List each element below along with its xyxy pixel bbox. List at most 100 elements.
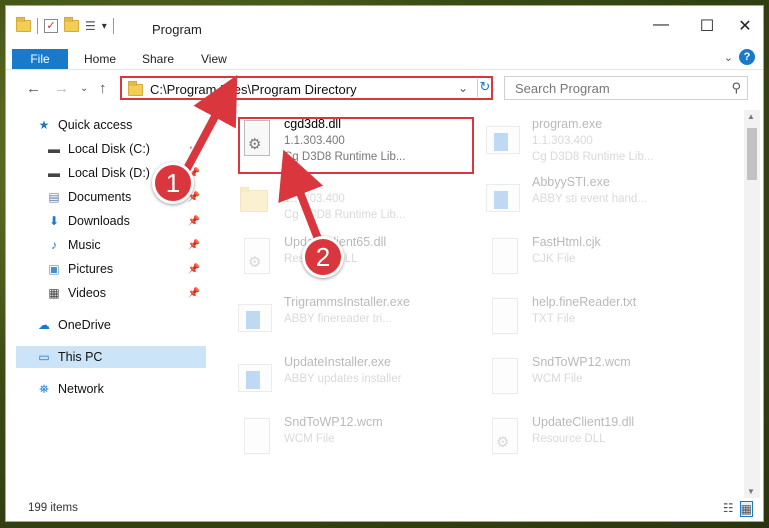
exe-icon	[486, 184, 520, 212]
file-tile[interactable]: UpdateInstaller.exe ABBY updates install…	[234, 352, 472, 408]
file-name: UpdateInstaller.exe	[284, 355, 392, 369]
sidebar-item-label: Music	[68, 238, 101, 252]
minimize-button[interactable]: —	[646, 16, 676, 34]
scroll-up-icon[interactable]: ▲	[747, 112, 755, 121]
cloud-icon: ☁	[38, 318, 50, 332]
maximize-button[interactable]: ☐	[692, 16, 722, 36]
sidebar-item-label: Local Disk (D:)	[68, 166, 150, 180]
scroll-down-icon[interactable]: ▼	[747, 487, 755, 496]
status-bar: 199 items ☷ ▦	[6, 499, 763, 521]
file-name: SndToWP12.wcm	[284, 415, 383, 429]
file-tile[interactable]: program.exe 1.1.303.400 Cg D3D8 Runtime …	[482, 114, 720, 170]
details-view-icon[interactable]: ☷	[723, 501, 734, 517]
back-icon[interactable]: ←	[26, 80, 41, 97]
tab-share[interactable]: Share	[142, 52, 174, 66]
sidebar-item-videos[interactable]: ▦ Videos 📌	[46, 282, 206, 304]
up-icon[interactable]: ↑	[99, 80, 107, 97]
folder-icon	[128, 81, 143, 96]
dll-icon: ⚙	[244, 238, 270, 274]
pin-icon: 📌	[187, 239, 200, 251]
file-description: Cg D3D8 Runtime Lib...	[532, 151, 654, 163]
tab-file[interactable]: File	[12, 49, 68, 69]
chevron-down-icon[interactable]: ▾	[102, 21, 107, 32]
sidebar-item-downloads[interactable]: ⬇ Downloads 📌	[46, 210, 206, 232]
sidebar-item-music[interactable]: ♪ Music 📌	[46, 234, 206, 256]
forward-icon[interactable]: →	[54, 80, 69, 97]
tab-view[interactable]: View	[201, 52, 227, 66]
refresh-icon[interactable]: ↻	[477, 79, 492, 97]
documents-icon: ▤	[48, 190, 60, 204]
exe-icon	[486, 126, 520, 154]
file-icon	[492, 298, 518, 334]
file-name: help.fineReader.txt	[532, 295, 637, 309]
file-description: WCM File	[532, 373, 583, 385]
sidebar-item-quick-access[interactable]: ★ Quick access	[36, 114, 206, 136]
chevron-down-icon[interactable]: ⌄	[458, 81, 468, 95]
search-input[interactable]: Search Program ⚲	[504, 76, 748, 100]
title-bar: ✓ ☰ ▾ Program — ☐ ✕	[6, 6, 763, 44]
file-tile[interactable]: AbbyySTI.exe ABBY sti event hand...	[482, 172, 720, 228]
scrollbar-thumb[interactable]	[747, 128, 757, 180]
file-tile[interactable]: TrigrammsInstaller.exe ABBY finereader t…	[234, 292, 472, 348]
search-icon[interactable]: ⚲	[731, 80, 741, 96]
file-version: 1.1.303.400	[284, 193, 345, 205]
file-highlight-box	[238, 117, 474, 174]
sidebar-item-pictures[interactable]: ▣ Pictures 📌	[46, 258, 206, 280]
pictures-icon: ▣	[48, 262, 60, 276]
file-name: FastHtml.cjk	[532, 235, 601, 249]
quick-access-toolbar: ✓ ☰ ▾	[16, 17, 114, 34]
pin-icon: 📌	[187, 263, 200, 275]
sidebar-item-local-disk-c[interactable]: ▬ Local Disk (C:) 📌	[46, 138, 206, 160]
file-tile[interactable]: 1.1.303.400 Cg D3D8 Runtime Lib...	[234, 172, 472, 228]
file-description: ABBY sti event hand...	[532, 193, 647, 205]
sidebar-item-onedrive[interactable]: ☁ OneDrive	[36, 314, 206, 336]
expand-ribbon-icon[interactable]: ⌄	[724, 51, 733, 64]
file-tile[interactable]: FastHtml.cjk CJK File	[482, 232, 720, 288]
sidebar-item-label: Documents	[68, 190, 132, 204]
sidebar-item-label: Pictures	[68, 262, 114, 276]
sidebar-item-label: Local Disk (C:)	[68, 142, 150, 156]
file-icon	[244, 418, 270, 454]
file-description: Cg D3D8 Runtime Lib...	[284, 209, 406, 221]
vertical-scrollbar[interactable]: ▲ ▼	[744, 110, 760, 498]
ribbon-tabs: File Home Share View ⌄ ?	[6, 46, 763, 70]
file-tile[interactable]: ⚙ UpdateClient19.dll Resource DLL	[482, 412, 720, 468]
file-version: 1.1.303.400	[532, 135, 593, 147]
tiles-view-icon[interactable]: ▦	[739, 501, 753, 517]
tab-home[interactable]: Home	[84, 52, 116, 66]
downloads-icon: ⬇	[48, 214, 60, 228]
file-tile[interactable]: help.fineReader.txt TXT File	[482, 292, 720, 348]
file-description: WCM File	[284, 433, 335, 445]
close-button[interactable]: ✕	[730, 16, 760, 36]
sidebar-item-network[interactable]: ⛯ Network	[36, 378, 206, 400]
sidebar-item-this-pc[interactable]: ▭ This PC	[16, 346, 206, 368]
window-title: Program	[152, 22, 202, 37]
file-tile[interactable]: SndToWP12.wcm WCM File	[482, 352, 720, 408]
callout-2: 2	[302, 236, 344, 278]
pin-icon: 📌	[187, 287, 200, 299]
toolbar-divider	[37, 18, 38, 34]
dll-icon: ⚙	[492, 418, 518, 454]
drive-icon: ▬	[48, 142, 60, 156]
folder-icon	[16, 17, 31, 32]
file-name: TrigrammsInstaller.exe	[284, 295, 410, 309]
address-row: ← → ⌄ ↑ C:\Program Files\Program Directo…	[6, 74, 763, 102]
file-tile[interactable]: ⚙ UpdateClient65.dll Resource DLL	[234, 232, 472, 288]
folder-icon	[240, 187, 268, 212]
customize-icon[interactable]: ☰	[85, 19, 96, 33]
videos-icon: ▦	[48, 286, 60, 300]
help-icon[interactable]: ?	[739, 49, 755, 65]
address-bar[interactable]: C:\Program Files\Program Directory ⌄ ↻	[120, 76, 493, 100]
explorer-window: ✓ ☰ ▾ Program — ☐ ✕ File Home Share View…	[5, 5, 764, 522]
new-folder-icon[interactable]	[64, 17, 79, 32]
file-tile[interactable]: SndToWP12.wcm WCM File	[234, 412, 472, 468]
recent-locations-icon[interactable]: ⌄	[80, 83, 88, 94]
pin-icon: 📌	[187, 215, 200, 227]
sidebar-item-label: This PC	[58, 350, 103, 364]
file-description: TXT File	[532, 313, 576, 325]
music-icon: ♪	[51, 238, 57, 252]
properties-icon[interactable]: ✓	[44, 19, 58, 33]
sidebar-item-label: Network	[58, 382, 104, 396]
address-path[interactable]: C:\Program Files\Program Directory	[150, 82, 357, 97]
exe-icon	[238, 364, 272, 392]
